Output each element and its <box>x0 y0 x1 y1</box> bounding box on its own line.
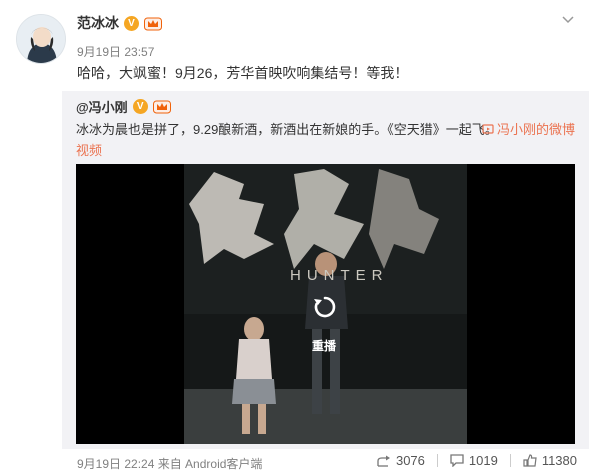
verified-badge-icon: V <box>132 99 148 114</box>
replay-icon[interactable] <box>312 294 338 320</box>
comment-icon <box>450 454 464 467</box>
divider <box>436 454 438 467</box>
comment-count-button[interactable]: 1019 <box>450 453 498 468</box>
repost-meta[interactable]: 9月19日 22:24 来自 Android客户端 <box>77 455 262 472</box>
replay-label[interactable]: 重播 <box>312 337 336 354</box>
repost-count: 3076 <box>395 453 425 468</box>
crown-level-icon <box>144 17 162 30</box>
comment-count: 1019 <box>468 453 498 468</box>
repost-author: @冯小刚 V <box>76 97 171 116</box>
weibo-card: 范冰冰 V 9月19日 23:57 哈哈，大飒蜜！9月26，芳华首映吹响集结号！… <box>0 0 589 475</box>
crown-level-icon <box>152 100 171 114</box>
share-icon <box>377 455 390 467</box>
chevron-down-icon[interactable] <box>561 14 575 26</box>
repost-author-name[interactable]: @冯小刚 <box>76 97 128 116</box>
like-count-button[interactable]: 11380 <box>523 453 577 468</box>
repost-text: 冰冰为晨也是拼了，9.29酿新酒，新酒出在新娘的手。《空天猎》一起飞。 <box>76 122 498 137</box>
video-player[interactable]: HUNTER 重播 <box>76 164 575 444</box>
post-time[interactable]: 9月19日 23:57 <box>77 43 154 60</box>
video-poster-title: HUNTER <box>290 267 389 284</box>
repost-source-link[interactable]: 冯小刚的微博 <box>482 119 575 138</box>
repost-box: @冯小刚 V 冰冰为晨也是拼了，9.29酿新酒，新酒出在新娘的手。《空天猎》一起… <box>62 91 589 449</box>
divider <box>509 454 511 467</box>
author-name[interactable]: 范冰冰 <box>77 13 119 33</box>
avatar-portrait-icon <box>17 15 65 63</box>
repost-link-video-label[interactable]: 视频 <box>76 140 102 159</box>
repost-link-label: 冯小刚的微博 <box>497 122 576 137</box>
video-link-icon <box>482 123 494 134</box>
author-avatar[interactable] <box>16 14 66 64</box>
thumbs-up-icon <box>523 454 537 467</box>
repost-footer: 9月19日 22:24 来自 Android客户端 3076 1019 1138… <box>0 449 589 475</box>
verified-badge-icon: V <box>124 15 139 31</box>
repost-count-button[interactable]: 3076 <box>377 453 425 468</box>
repost-stats: 3076 1019 11380 <box>377 453 577 468</box>
post-author: 范冰冰 V <box>77 13 162 33</box>
post-text: 哈哈，大飒蜜！9月26，芳华首映吹响集结号！等我！ <box>77 65 409 81</box>
like-count: 11380 <box>541 453 577 468</box>
